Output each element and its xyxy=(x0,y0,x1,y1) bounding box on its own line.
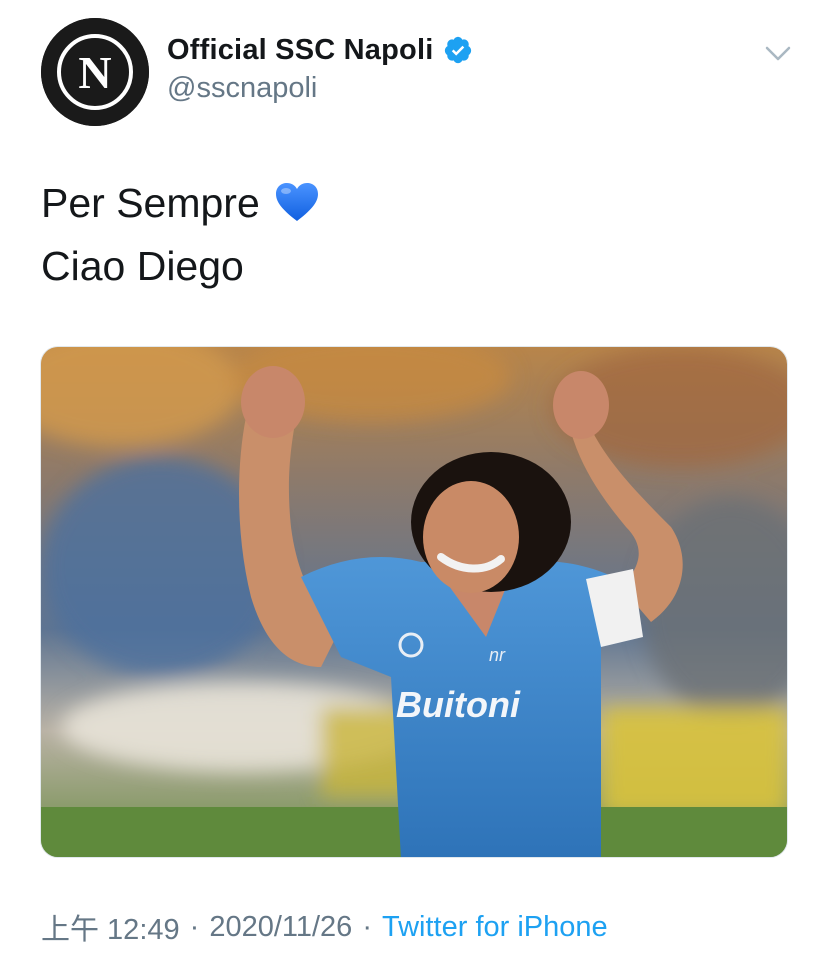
display-name-row[interactable]: Official SSC Napoli xyxy=(167,30,473,70)
avatar-letter: N xyxy=(78,47,111,98)
blue-heart-icon xyxy=(275,183,318,221)
meta-separator-2: · xyxy=(362,910,372,943)
tweet-text: Per Sempre Ciao Diego xyxy=(41,172,320,298)
svg-text:nr: nr xyxy=(489,645,506,665)
source-link[interactable]: Twitter for iPhone xyxy=(382,911,608,944)
tweet-meta: 上午 12:49 · 2020/11/26 · Twitter for iPho… xyxy=(41,906,608,948)
avatar[interactable]: N xyxy=(41,18,149,126)
tweet-line-2: Ciao Diego xyxy=(41,243,244,289)
tweet-time[interactable]: 上午 12:49 xyxy=(41,906,180,948)
tweet-date[interactable]: 2020/11/26 xyxy=(209,911,352,944)
meta-separator: · xyxy=(189,910,200,943)
display-name[interactable]: Official SSC Napoli xyxy=(167,34,433,67)
tweet-photo[interactable]: nr Buitoni xyxy=(40,346,788,858)
svg-text:Buitoni: Buitoni xyxy=(396,684,521,725)
chevron-down-icon[interactable] xyxy=(764,42,792,66)
tweet-line-1-text: Per Sempre xyxy=(41,180,260,226)
napoli-logo-icon: N xyxy=(41,18,149,126)
handle[interactable]: @sscnapoli xyxy=(167,72,317,105)
photo-image: nr Buitoni xyxy=(41,347,787,857)
tweet-card: N Official SSC Napoli @sscnapoli Per Sem… xyxy=(0,0,827,963)
verified-badge-icon xyxy=(445,36,472,64)
tweet-line-1: Per Sempre xyxy=(41,172,320,235)
